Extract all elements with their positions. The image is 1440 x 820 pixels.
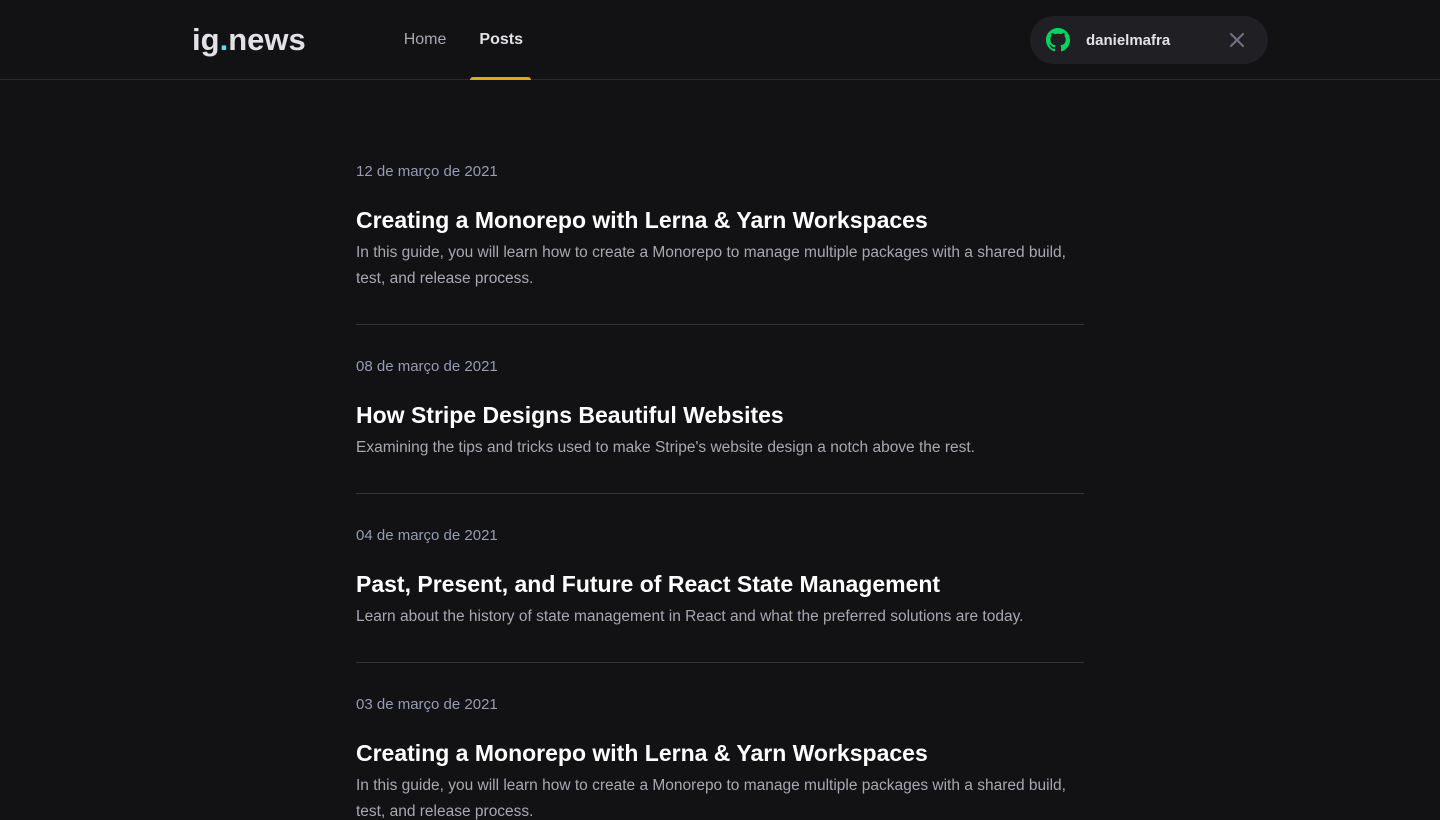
post-item[interactable]: 03 de março de 2021 Creating a Monorepo …: [356, 663, 1084, 820]
site-header: ig. news Home Posts danielmafra: [0, 0, 1440, 80]
header-content: ig. news Home Posts danielmafra: [160, 0, 1280, 80]
close-icon[interactable]: [1228, 31, 1246, 49]
nav-link-home[interactable]: Home: [388, 0, 463, 80]
logo: ig. news: [192, 22, 306, 58]
logo-dot: .: [219, 22, 229, 57]
post-item[interactable]: 04 de março de 2021 Past, Present, and F…: [356, 494, 1084, 663]
github-user-button[interactable]: danielmafra: [1030, 16, 1268, 64]
post-date: 08 de março de 2021: [356, 358, 498, 375]
post-excerpt: Examining the tips and tricks used to ma…: [356, 439, 975, 456]
post-item[interactable]: 12 de março de 2021 Creating a Monorepo …: [356, 162, 1084, 325]
post-date: 03 de março de 2021: [356, 696, 498, 713]
post-title[interactable]: Creating a Monorepo with Lerna & Yarn Wo…: [356, 204, 1084, 236]
post-title[interactable]: Past, Present, and Future of React State…: [356, 568, 1084, 600]
nav-link-posts[interactable]: Posts: [462, 0, 539, 80]
posts-list: 12 de março de 2021 Creating a Monorepo …: [356, 80, 1084, 820]
post-date: 04 de março de 2021: [356, 527, 498, 544]
main-nav: Home Posts: [388, 0, 539, 80]
logo-suffix: news: [228, 22, 306, 57]
post-date: 12 de março de 2021: [356, 163, 498, 180]
post-excerpt: In this guide, you will learn how to cre…: [356, 777, 1066, 820]
github-username: danielmafra: [1086, 31, 1171, 49]
post-title[interactable]: Creating a Monorepo with Lerna & Yarn Wo…: [356, 737, 1084, 769]
post-item[interactable]: 08 de março de 2021 How Stripe Designs B…: [356, 325, 1084, 494]
post-excerpt: Learn about the history of state managem…: [356, 608, 1024, 625]
logo-main: ig: [192, 22, 220, 57]
post-excerpt: In this guide, you will learn how to cre…: [356, 244, 1066, 287]
github-icon: [1046, 28, 1070, 52]
post-title[interactable]: How Stripe Designs Beautiful Websites: [356, 399, 1084, 431]
